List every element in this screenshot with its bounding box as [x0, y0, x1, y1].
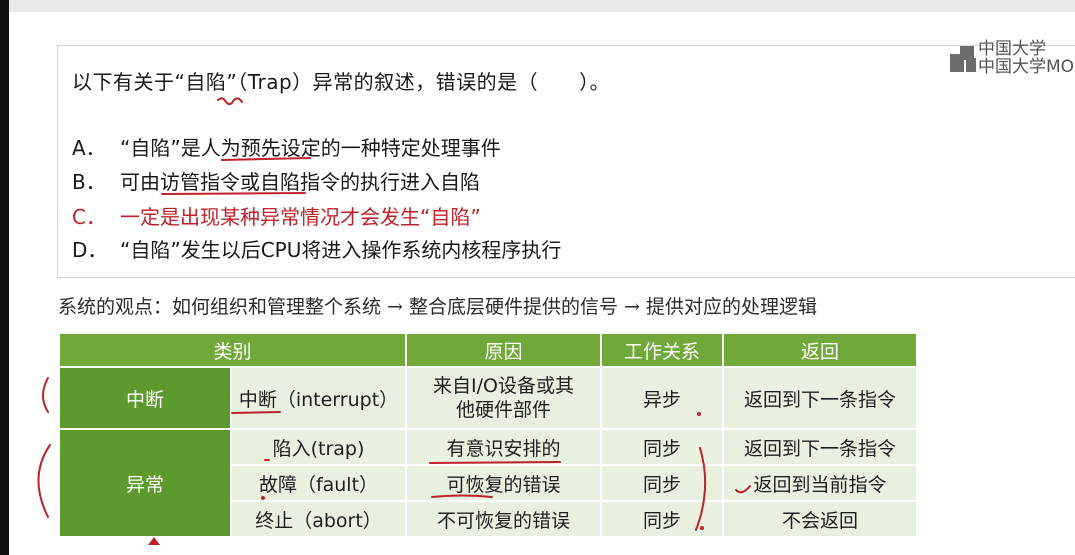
top-bar	[0, 0, 1075, 12]
option-b-text: 可由访管指令或自陷指令的执行进入自陷	[120, 170, 480, 194]
option-a-text: “自陷”是人为预先设定的一种特定处理事件	[120, 136, 501, 160]
fault-relation: 同步	[600, 464, 724, 502]
trap-return: 返回到下一条指令	[722, 428, 918, 466]
option-d-letter: D．	[72, 238, 108, 262]
header-cause: 原因	[405, 332, 602, 368]
classification-table: 类别 原因 工作关系 返回 中断 中断（interrupt） 来自I/O设备或其…	[58, 332, 918, 538]
fault-return: 返回到当前指令	[722, 464, 918, 502]
option-b-letter: B．	[72, 170, 106, 194]
interrupt-cause-line-1: 来自I/O设备或其	[433, 375, 574, 397]
header-return: 返回	[722, 332, 918, 368]
question-box: 以下有关于“自陷”（Trap）异常的叙述，错误的是（ ）。 A． “自陷”是人为预…	[57, 45, 1075, 278]
table-header-row: 类别 原因 工作关系 返回	[58, 332, 918, 368]
option-c-text: 一定是出现某种异常情况才会发生“自陷”	[120, 205, 481, 229]
question-stem: 以下有关于“自陷”（Trap）异常的叙述，错误的是（ ）。	[72, 70, 611, 94]
header-relation: 工作关系	[600, 332, 724, 368]
fault-name: 故障（fault）	[230, 464, 407, 502]
option-a: A． “自陷”是人为预先设定的一种特定处理事件	[72, 132, 501, 161]
option-d-text: “自陷”发生以后CPU将进入操作系统内核程序执行	[120, 238, 562, 262]
annotation-arrow-mark	[148, 537, 160, 545]
category-interrupt: 中断	[58, 366, 232, 430]
interrupt-return: 返回到下一条指令	[722, 366, 918, 430]
abort-name: 终止（abort）	[230, 500, 407, 538]
trap-cause: 有意识安排的	[405, 428, 602, 466]
trap-relation: 同步	[600, 428, 724, 466]
logo-squares-icon	[948, 44, 978, 74]
interrupt-name: 中断（interrupt）	[230, 366, 407, 430]
header-category: 类别	[58, 332, 407, 368]
fault-cause: 可恢复的错误	[405, 464, 602, 502]
abort-relation: 同步	[600, 500, 724, 538]
left-edge-bar	[0, 0, 9, 555]
table-row-trap: 异常 陷入(trap) 有意识安排的 同步 返回到下一条指令	[58, 428, 918, 538]
system-viewpoint: 系统的观点：如何组织和管理整个系统 → 整合底层硬件提供的信号 → 提供对应的处…	[58, 296, 818, 318]
category-exception: 异常	[58, 428, 232, 538]
trap-name: 陷入(trap)	[230, 428, 407, 466]
mooc-logo: 中国大学 中国大学MO	[948, 38, 1075, 80]
interrupt-relation: 异步	[600, 366, 724, 430]
abort-cause: 不可恢复的错误	[405, 500, 602, 538]
option-d: D． “自陷”发生以后CPU将进入操作系统内核程序执行	[72, 234, 561, 263]
option-c: C． 一定是出现某种异常情况才会发生“自陷”	[72, 201, 481, 230]
interrupt-cause-line-2: 他硬件部件	[455, 399, 551, 421]
annotation-bracket-exception	[37, 444, 51, 518]
option-b: B． 可由访管指令或自陷指令的执行进入自陷	[72, 166, 480, 195]
option-a-letter: A．	[72, 136, 106, 160]
logo-line-1: 中国大学	[978, 39, 1046, 59]
logo-text: 中国大学 中国大学MO	[978, 40, 1074, 76]
interrupt-cause: 来自I/O设备或其 他硬件部件	[405, 366, 602, 430]
option-c-letter: C．	[72, 205, 106, 229]
table-row-interrupt: 中断 中断（interrupt） 来自I/O设备或其 他硬件部件 异步 返回到下…	[58, 366, 918, 430]
logo-line-2: 中国大学MO	[978, 57, 1075, 77]
annotation-bracket-interrupt	[42, 377, 49, 413]
abort-return: 不会返回	[722, 500, 918, 538]
